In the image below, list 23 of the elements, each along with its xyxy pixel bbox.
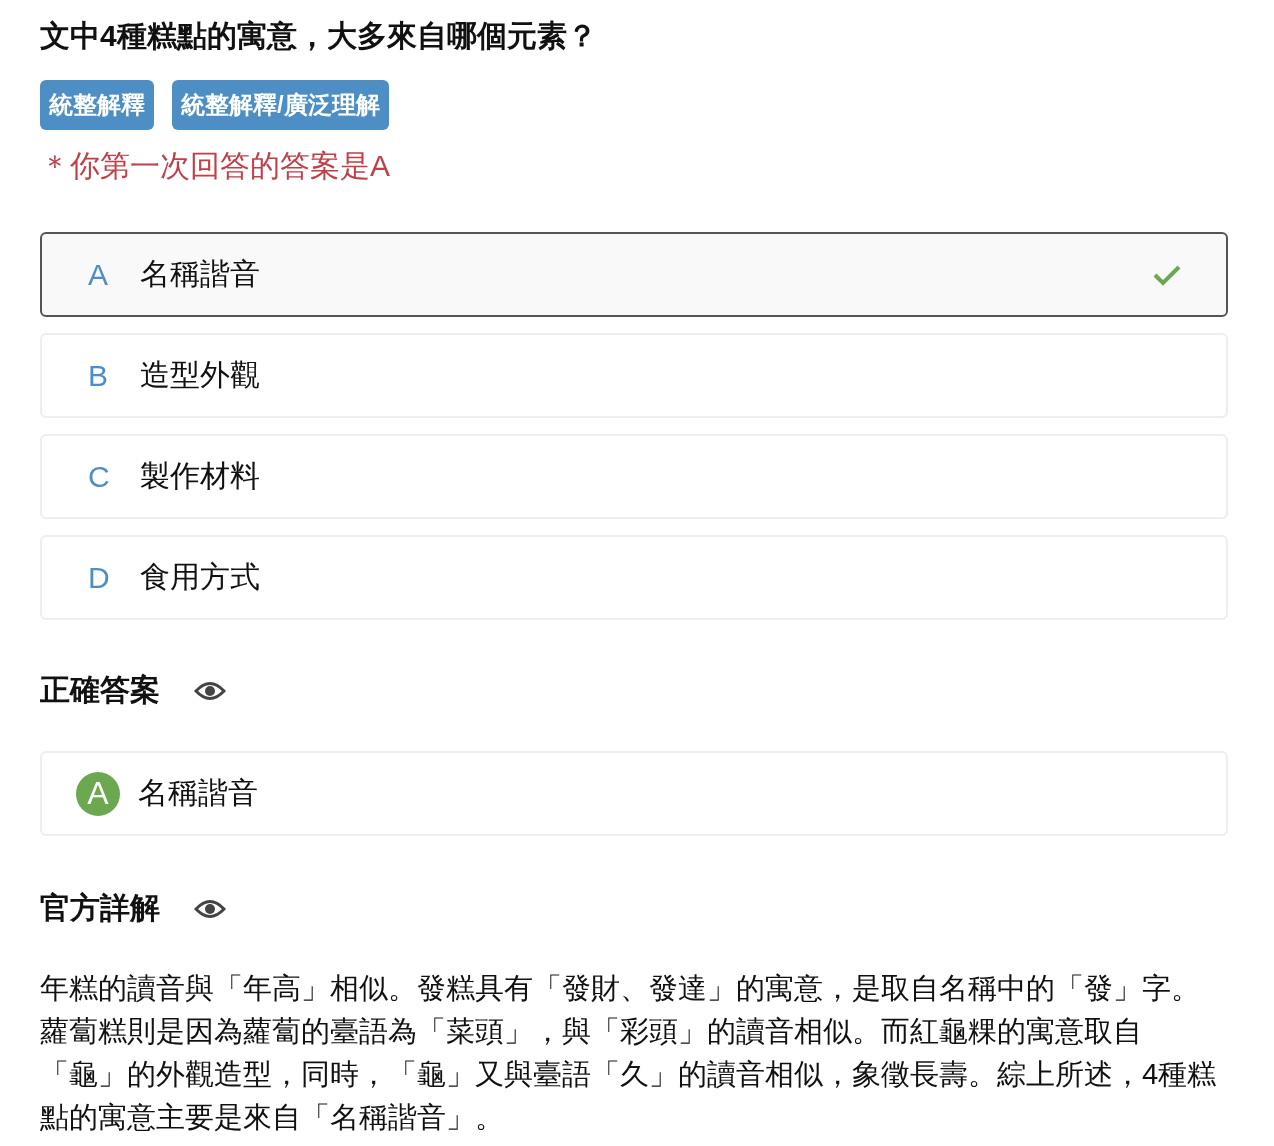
correct-answer-text: 名稱諧音 — [138, 775, 258, 811]
option-letter: D — [88, 560, 111, 595]
category-tag: 統整解釋/廣泛理解 — [172, 80, 389, 130]
answer-option[interactable]: B 造型外觀 — [40, 333, 1228, 418]
category-tag: 統整解釋 — [40, 80, 154, 130]
answer-option[interactable]: C 製作材料 — [40, 434, 1228, 519]
first-answer-note: ＊你第一次回答的答案是A — [40, 148, 390, 184]
section-heading: 正確答案 — [40, 672, 160, 708]
option-letter: B — [88, 358, 109, 393]
option-letter: C — [88, 459, 111, 494]
option-text: 製作材料 — [140, 458, 261, 494]
eye-icon[interactable] — [194, 679, 226, 702]
option-letter: A — [88, 257, 109, 292]
eye-icon[interactable] — [194, 897, 226, 920]
answer-letter-badge: A — [76, 771, 120, 816]
section-heading: 官方詳解 — [40, 890, 160, 926]
question-title: 文中4種糕點的寓意，大多來自哪個元素？ — [40, 18, 598, 54]
option-text: 造型外觀 — [140, 357, 261, 393]
answer-option[interactable]: A 名稱諧音 — [40, 232, 1228, 317]
explanation-text: 年糕的讀音與「年高」相似。發糕具有「發財、發達」的寓意，是取自名稱中的「發」字。蘿蔔糕則是因為蘿蔔的臺語為「菜頭」，與「彩頭」的讀音相似。而紅龜粿的寓意取自「龜」的外觀造型，同時，「龜」又與臺語「久」的讀音相似，象徵長壽。綜上所述，4種糕點的寓意主要是來自「名稱諧音」。 — [40, 971, 1218, 1135]
option-text: 食用方式 — [140, 559, 261, 595]
option-text: 名稱諧音 — [140, 256, 261, 292]
answer-option[interactable]: D 食用方式 — [40, 535, 1228, 620]
